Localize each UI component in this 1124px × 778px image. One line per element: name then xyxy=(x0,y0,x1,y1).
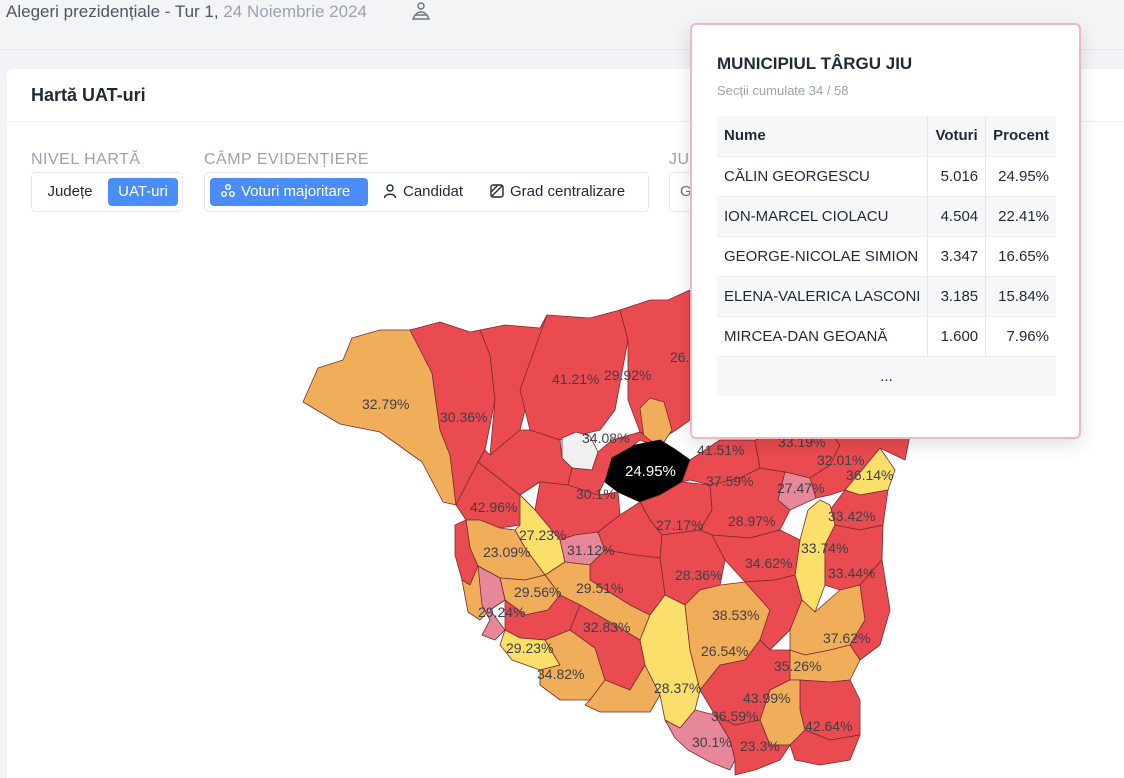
table-row: ION-MARCEL CIOLACU 4.504 22.41% xyxy=(717,195,1056,236)
candidate-name: MIRCEA-DAN GEOANĂ xyxy=(717,315,929,356)
map-label: 42.96% xyxy=(470,499,517,515)
map-label: 32.83% xyxy=(583,619,630,635)
results-table: Nume Voturi Procent CĂLIN GEORGESCU 5.01… xyxy=(717,116,1056,396)
map-label: 36.59% xyxy=(711,708,758,724)
candidate-votes: 3.347 xyxy=(927,235,987,276)
map-label: 27.47% xyxy=(777,480,824,496)
map-label: 33.44% xyxy=(828,565,875,581)
map-label: 43.99% xyxy=(743,690,790,706)
candidate-name: CĂLIN GEORGESCU xyxy=(717,155,929,196)
map-label: 34.62% xyxy=(745,555,792,571)
map-label: 36.14% xyxy=(846,467,893,483)
table-row: CĂLIN GEORGESCU 5.016 24.95% xyxy=(717,155,1056,196)
column-header-name: Nume xyxy=(717,116,929,156)
map-label: 32.79% xyxy=(362,396,409,412)
map-label: 34.82% xyxy=(537,666,584,682)
map-label: 27.17% xyxy=(656,517,703,533)
map-label: 41.51% xyxy=(697,442,744,458)
column-header-votes: Voturi xyxy=(927,116,987,156)
table-row: ELENA-VALERICA LASCONI 3.185 15.84% xyxy=(717,275,1056,316)
map-label: 30.36% xyxy=(440,409,487,425)
column-header-percent: Procent xyxy=(985,116,1056,156)
map-label: 34.08% xyxy=(582,430,629,446)
map-label-selected: 24.95% xyxy=(625,463,676,480)
map-label: 28.97% xyxy=(728,513,775,529)
popup-subtitle: Secții cumulate 34 / 58 xyxy=(717,83,849,98)
candidate-votes: 4.504 xyxy=(927,195,987,236)
map-label: 42.64% xyxy=(805,718,852,734)
candidate-percent: 16.65% xyxy=(985,235,1056,276)
map-label: 26. xyxy=(670,349,689,365)
map-label: 29.51% xyxy=(576,580,623,596)
map-label: 33.42% xyxy=(828,508,875,524)
table-row: GEORGE-NICOLAE SIMION 3.347 16.65% xyxy=(717,235,1056,276)
map-label: 35.26% xyxy=(774,658,821,674)
candidate-percent: 24.95% xyxy=(985,155,1056,196)
map-label: 30.1% xyxy=(576,486,616,502)
candidate-name: ION-MARCEL CIOLACU xyxy=(717,195,929,236)
map-label: 41.21% xyxy=(552,371,599,387)
map-label: 38.53% xyxy=(712,607,759,623)
table-header-row: Nume Voturi Procent xyxy=(717,116,1056,156)
candidate-votes: 5.016 xyxy=(927,155,987,196)
map-label: 31.12% xyxy=(567,542,614,558)
map-label: 23.09% xyxy=(483,544,530,560)
uat-details-popup: MUNICIPIUL TÂRGU JIU Secții cumulate 34 … xyxy=(690,23,1081,439)
map-label: 28.36% xyxy=(675,567,722,583)
map-label: 29.92% xyxy=(604,367,651,383)
popup-title: MUNICIPIUL TÂRGU JIU xyxy=(717,54,913,73)
map-label: 27.23% xyxy=(519,527,566,543)
map-label: 37.62% xyxy=(823,630,870,646)
map-label: 26.54% xyxy=(701,643,748,659)
map-label: 29.56% xyxy=(514,584,561,600)
candidate-name: GEORGE-NICOLAE SIMION xyxy=(717,235,929,276)
candidate-votes: 1.600 xyxy=(927,315,987,356)
map-label: 30.1% xyxy=(692,734,732,750)
map-label: 28.37% xyxy=(654,680,701,696)
candidate-percent: 15.84% xyxy=(985,275,1056,316)
map-label: 33.74% xyxy=(801,540,848,556)
candidate-percent: 22.41% xyxy=(985,195,1056,236)
map-label: 32.01% xyxy=(817,452,864,468)
table-more-row: ... xyxy=(717,355,1056,396)
map-label: 29.23% xyxy=(506,640,553,656)
map-label: 37.59% xyxy=(706,473,753,489)
table-row: MIRCEA-DAN GEOANĂ 1.600 7.96% xyxy=(717,315,1056,356)
candidate-votes: 3.185 xyxy=(927,275,987,316)
candidate-name: ELENA-VALERICA LASCONI xyxy=(717,275,929,316)
map-label: 23.3% xyxy=(740,738,780,754)
candidate-percent: 7.96% xyxy=(985,315,1056,356)
more-indicator: ... xyxy=(717,355,1056,396)
map-label: 29.24% xyxy=(478,604,525,620)
